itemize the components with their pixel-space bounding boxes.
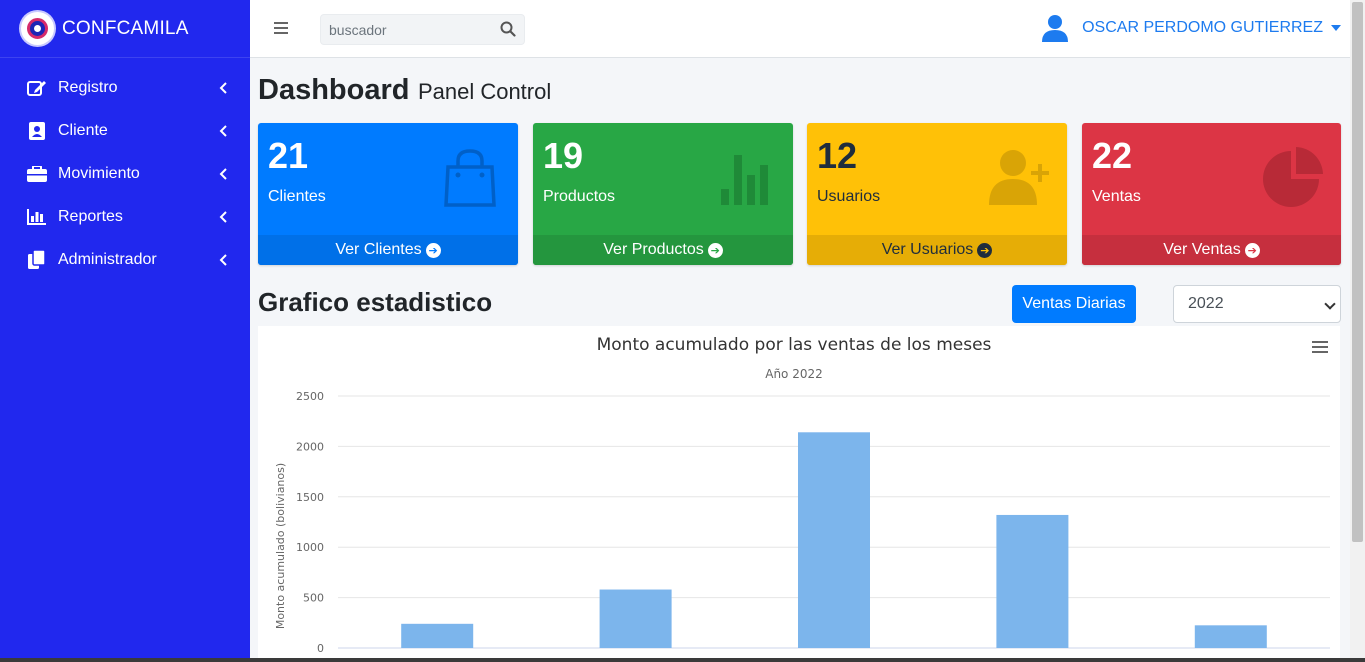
box-link-label: Ver Productos — [603, 241, 704, 258]
arrow-circle-right-icon: ➔ — [977, 242, 993, 258]
chart-bar[interactable] — [996, 514, 1069, 648]
sidebar-item-reportes[interactable]: Reportes — [0, 195, 250, 238]
vertical-scrollbar[interactable] — [1350, 0, 1365, 658]
box-count: 21 — [268, 135, 309, 176]
arrow-circle-right-icon: ➔ — [425, 242, 441, 258]
sidebar: CONFCAMILA Registro Cliente Movimiento R… — [0, 0, 250, 658]
year-select-value: 2022 — [1188, 295, 1224, 312]
y-tick-label: 2000 — [296, 440, 324, 453]
edit-icon — [27, 78, 47, 98]
chevron-left-icon — [218, 124, 228, 138]
productos-box: 19 Productos Ver Productos ➔ — [533, 123, 793, 265]
sidebar-item-cliente[interactable]: Cliente — [0, 109, 250, 152]
clientes-box: 21 Clientes Ver Clientes ➔ — [258, 123, 518, 265]
usuarios-box: 12 Usuarios Ver Usuarios ➔ — [807, 123, 1067, 265]
page-subtitle: Panel Control — [417, 79, 552, 104]
chevron-left-icon — [218, 81, 228, 95]
y-tick-label: 1000 — [296, 541, 324, 554]
briefcase-icon — [27, 164, 47, 184]
chevron-left-icon — [218, 210, 228, 224]
box-count: 12 — [817, 135, 858, 176]
chevron-left-icon — [218, 253, 228, 267]
bar-chart-icon — [27, 207, 47, 227]
search-icon[interactable] — [500, 21, 518, 39]
ver-ventas-link[interactable]: Ver Ventas ➔ — [1082, 235, 1341, 265]
ventas-box: 22 Ventas Ver Ventas ➔ — [1082, 123, 1341, 265]
bottom-edge — [0, 658, 1365, 662]
y-tick-label: 0 — [317, 642, 324, 655]
brand-logo-icon — [21, 12, 54, 45]
box-label: Ventas — [1092, 188, 1141, 205]
copy-icon — [27, 250, 47, 270]
pie-chart-icon — [1261, 145, 1325, 209]
chart-bar[interactable] — [798, 432, 870, 648]
box-label: Clientes — [268, 188, 326, 205]
year-select[interactable]: 2022 — [1173, 285, 1341, 323]
chart-bar[interactable] — [599, 589, 672, 648]
page-title: Dashboard — [258, 74, 410, 106]
chart-menu-icon[interactable] — [1312, 341, 1328, 355]
arrow-circle-right-icon: ➔ — [707, 242, 723, 258]
brand-name: CONFCAMILA — [62, 17, 189, 39]
ventas-diarias-button[interactable]: Ventas Diarias — [1012, 285, 1136, 323]
sidebar-menu: Registro Cliente Movimiento Reportes Adm… — [0, 58, 250, 281]
ver-productos-link[interactable]: Ver Productos ➔ — [533, 235, 793, 265]
y-tick-label: 1500 — [296, 491, 324, 504]
sidebar-item-label: Registro — [58, 78, 118, 96]
ver-clientes-link[interactable]: Ver Clientes ➔ — [258, 235, 518, 265]
sidebar-item-label: Cliente — [58, 121, 108, 139]
box-label: Productos — [543, 188, 616, 205]
caret-down-icon — [1331, 25, 1341, 31]
hamburger-menu-icon[interactable] — [274, 22, 288, 34]
ver-usuarios-link[interactable]: Ver Usuarios ➔ — [807, 235, 1067, 265]
sidebar-item-label: Administrador — [58, 250, 157, 268]
stats-bars-icon — [713, 145, 777, 209]
sidebar-item-registro[interactable]: Registro — [0, 66, 250, 109]
topbar: OSCAR PERDOMO GUTIERREZ — [250, 0, 1365, 58]
box-count: 22 — [1092, 135, 1133, 176]
user-avatar-icon — [1041, 13, 1069, 43]
shopping-bag-icon — [438, 145, 502, 209]
y-tick-label: 2500 — [296, 390, 324, 403]
chevron-left-icon — [218, 167, 228, 181]
sidebar-item-label: Reportes — [58, 207, 123, 225]
person-add-icon — [987, 145, 1051, 209]
bar-chart: Monto acumulado por las ventas de los me… — [258, 326, 1340, 658]
chart-bar[interactable] — [1194, 625, 1267, 648]
scrollbar-thumb[interactable] — [1352, 2, 1363, 542]
user-menu[interactable]: OSCAR PERDOMO GUTIERREZ — [1041, 10, 1341, 46]
search-input[interactable] — [321, 15, 491, 44]
search-box — [320, 14, 525, 45]
chart-svg: Monto acumulado por las ventas de los me… — [274, 335, 1330, 655]
box-count: 19 — [543, 135, 584, 176]
brand[interactable]: CONFCAMILA — [0, 0, 250, 58]
chart-title: Monto acumulado por las ventas de los me… — [597, 335, 992, 355]
chart-bar[interactable] — [401, 623, 474, 648]
chart-y-axis-label: Monto acumulado (bolivianos) — [274, 463, 287, 629]
box-label: Usuarios — [817, 188, 881, 205]
sidebar-item-label: Movimiento — [58, 164, 140, 182]
box-link-label: Ver Usuarios — [881, 241, 974, 258]
box-link-label: Ver Clientes — [335, 241, 422, 258]
page-header: Dashboard Panel Control — [258, 74, 551, 107]
sidebar-item-administrador[interactable]: Administrador — [0, 238, 250, 281]
sidebar-item-movimiento[interactable]: Movimiento — [0, 152, 250, 195]
section-title: Grafico estadistico — [258, 287, 493, 317]
user-name: OSCAR PERDOMO GUTIERREZ — [1082, 19, 1323, 36]
id-card-icon — [27, 121, 47, 141]
chart-subtitle: Año 2022 — [765, 367, 823, 381]
arrow-circle-right-icon: ➔ — [1244, 242, 1260, 258]
box-link-label: Ver Ventas — [1163, 241, 1241, 258]
chevron-down-icon — [1324, 298, 1336, 310]
y-tick-label: 500 — [303, 592, 324, 605]
